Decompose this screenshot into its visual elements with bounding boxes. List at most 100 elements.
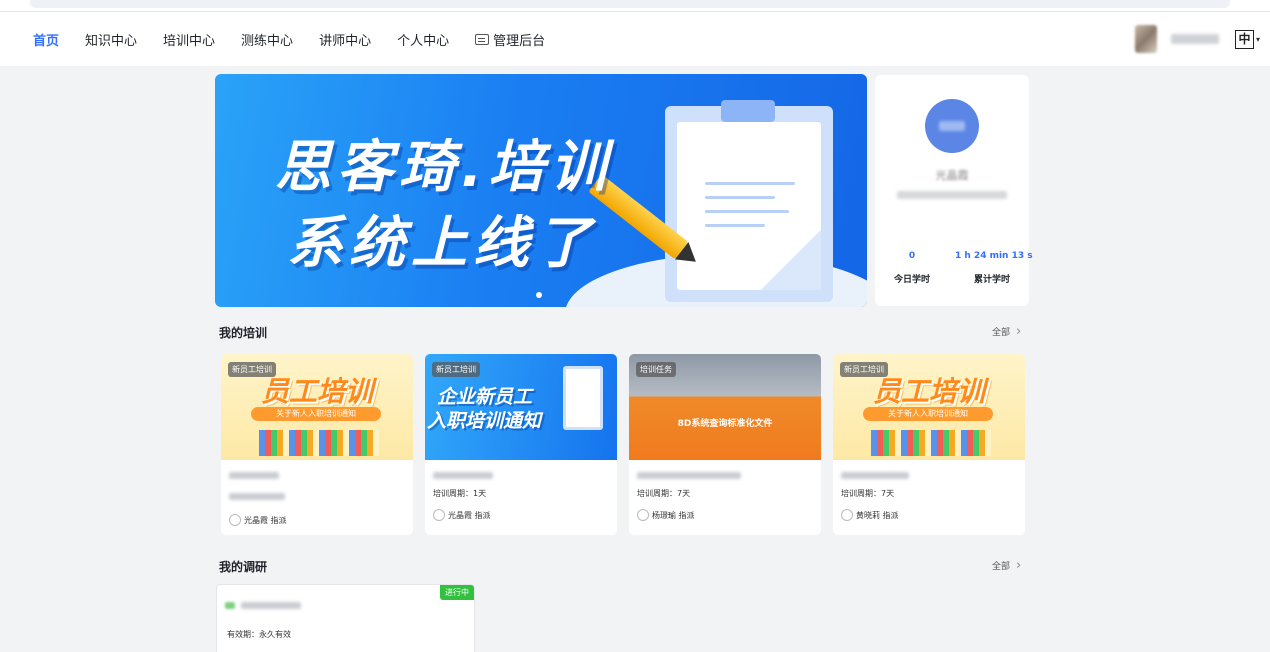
- nav-admin-console[interactable]: 管理后台: [475, 30, 545, 49]
- training-card-body: 培训周期：7天 杨璟瑜 指派: [629, 460, 821, 535]
- chevron-right-icon: ›: [1016, 558, 1022, 573]
- survey-card[interactable]: 进行中 有效期：永久有效: [216, 584, 475, 652]
- nav-home[interactable]: 首页: [33, 30, 59, 49]
- survey-status-badge: 进行中: [440, 585, 474, 600]
- today-study-stat: 0 今日学时: [887, 251, 937, 285]
- nav-practice-center[interactable]: 测练中心: [241, 30, 293, 49]
- cover-title: 8D系统查询标准化文件: [677, 419, 773, 429]
- training-card[interactable]: 新员工培训 员工培训 关于新人入职培训通知 培训周期：7天 黄晓莉 指派: [833, 354, 1025, 535]
- assigner-avatar-icon: [841, 509, 853, 521]
- training-cover: 培训任务 8D系统查询标准化文件: [629, 354, 821, 460]
- assigner-avatar-icon: [229, 514, 241, 526]
- training-period: 培训周期：7天: [841, 489, 895, 498]
- books-illustration: [871, 430, 991, 456]
- hero-banner[interactable]: 思客琦.培训 系统上线了: [215, 74, 867, 307]
- survey-icon: [225, 602, 235, 609]
- training-card[interactable]: 培训任务 8D系统查询标准化文件 培训周期：7天 杨璟瑜 指派: [629, 354, 821, 535]
- training-name-redacted: [433, 472, 493, 479]
- training-tag: 新员工培训: [840, 362, 888, 377]
- banner-title-line1: 思客琦.培训: [275, 135, 613, 200]
- survey-validity: 有效期：永久有效: [227, 630, 291, 639]
- today-study-label: 今日学时: [893, 275, 930, 285]
- clipboard-clip: [721, 100, 775, 122]
- nav-menu: 首页 知识中心 培训中心 测练中心 讲师中心 个人中心 管理后台: [20, 12, 558, 66]
- training-cover: 新员工培训 企业新员工 入职培训通知: [425, 354, 617, 460]
- total-study-label: 累计学时: [973, 275, 1010, 285]
- my-survey-title: 我的调研: [219, 560, 268, 574]
- total-study-value: 1 h 24 min 13 s: [955, 251, 1033, 261]
- banner-title-line2: 系统上线了: [287, 211, 597, 276]
- training-name-redacted: [637, 472, 741, 479]
- training-card-body: 培训周期：1天 光晶霞 指派: [425, 460, 617, 535]
- paper-line: [705, 182, 795, 185]
- paper-line: [705, 210, 789, 213]
- address-bar[interactable]: [30, 0, 1230, 8]
- training-tag: 培训任务: [636, 362, 676, 377]
- training-tag: 新员工培训: [228, 362, 276, 377]
- training-card[interactable]: 新员工培训 企业新员工 入职培训通知 培训周期：1天 光晶霞 指派: [425, 354, 617, 535]
- survey-name-redacted: [241, 602, 301, 609]
- training-card-body: 光晶霞 指派: [221, 460, 413, 535]
- chevron-down-icon[interactable]: ▾: [1256, 35, 1260, 44]
- user-card-department-redacted: [897, 191, 1007, 199]
- carousel-indicators: [533, 292, 545, 298]
- training-tag: 新员工培训: [432, 362, 480, 377]
- more-label: 全部: [992, 328, 1011, 338]
- nav-admin-label: 管理后台: [493, 33, 546, 49]
- carousel-dot[interactable]: [536, 292, 542, 298]
- user-card-name: 光晶霞: [935, 169, 969, 182]
- user-area: 中 ▾: [1134, 12, 1260, 66]
- paper-fold: [761, 230, 821, 290]
- training-period: 培训周期：7天: [637, 489, 691, 498]
- today-study-value: 0: [908, 251, 916, 261]
- cover-title: 员工培训: [261, 375, 374, 408]
- cover-title: 员工培训: [873, 375, 986, 408]
- user-summary-card: 光晶霞 0 今日学时 1 h 24 min 13 s 累计学时: [875, 75, 1033, 306]
- cover-subtitle: 关于新人入职培训通知: [251, 407, 381, 421]
- training-period-redacted: [229, 493, 285, 500]
- training-assigner: 黄晓莉 指派: [841, 509, 1017, 521]
- assigner-label: 光晶霞 指派: [244, 515, 287, 525]
- nav-personal-center[interactable]: 个人中心: [397, 30, 449, 49]
- assigner-label: 黄晓莉 指派: [856, 510, 899, 520]
- browser-address-strip: [0, 0, 1270, 12]
- clipboard-illustration: [563, 366, 603, 430]
- books-illustration: [259, 430, 379, 456]
- cover-title-line1: 企业新员工: [437, 386, 533, 408]
- paper-line: [705, 196, 775, 199]
- training-assigner: 杨璟瑜 指派: [637, 509, 813, 521]
- my-training-more-link[interactable]: 全部 ›: [992, 325, 1021, 338]
- my-survey-more-link[interactable]: 全部 ›: [992, 559, 1021, 572]
- total-study-stat: 1 h 24 min 13 s 累计学时: [955, 251, 1033, 285]
- clipboard-paper: [677, 122, 821, 290]
- training-name-redacted: [841, 472, 909, 479]
- user-avatar[interactable]: [1134, 25, 1157, 53]
- training-cover: 新员工培训 员工培训 关于新人入职培训通知: [221, 354, 413, 460]
- user-card-avatar: [925, 99, 979, 153]
- assigner-label: 杨璟瑜 指派: [652, 510, 695, 520]
- user-name-redacted[interactable]: [1170, 34, 1219, 44]
- clipboard-illustration: [665, 100, 833, 302]
- admin-console-icon: [475, 33, 490, 45]
- training-cover: 新员工培训 员工培训 关于新人入职培训通知: [833, 354, 1025, 460]
- cover-subtitle: 关于新人入职培训通知: [863, 407, 993, 421]
- nav-knowledge-center[interactable]: 知识中心: [85, 30, 137, 49]
- training-period: 培训周期：1天: [433, 489, 487, 498]
- training-card-body: 培训周期：7天 黄晓莉 指派: [833, 460, 1025, 535]
- nav-training-center[interactable]: 培训中心: [163, 30, 215, 49]
- cover-title-line2: 入职培训通知: [427, 410, 542, 432]
- assigner-avatar-icon: [433, 509, 445, 521]
- training-name-redacted: [229, 472, 279, 479]
- assigner-avatar-icon: [637, 509, 649, 521]
- assigner-label: 光晶霞 指派: [448, 510, 491, 520]
- training-assigner: 光晶霞 指派: [229, 514, 405, 526]
- more-label: 全部: [992, 562, 1011, 572]
- top-navigation: 首页 知识中心 培训中心 测练中心 讲师中心 个人中心 管理后台 中 ▾: [0, 12, 1270, 66]
- my-training-title: 我的培训: [219, 326, 268, 340]
- training-card[interactable]: 新员工培训 员工培训 关于新人入职培训通知 光晶霞 指派: [221, 354, 413, 535]
- paper-line: [705, 224, 765, 227]
- training-card-list: 新员工培训 员工培训 关于新人入职培训通知 光晶霞 指派 新员工培训 企业新员工…: [221, 354, 1025, 535]
- training-assigner: 光晶霞 指派: [433, 509, 609, 521]
- language-switch[interactable]: 中: [1234, 29, 1254, 49]
- nav-instructor-center[interactable]: 讲师中心: [319, 30, 371, 49]
